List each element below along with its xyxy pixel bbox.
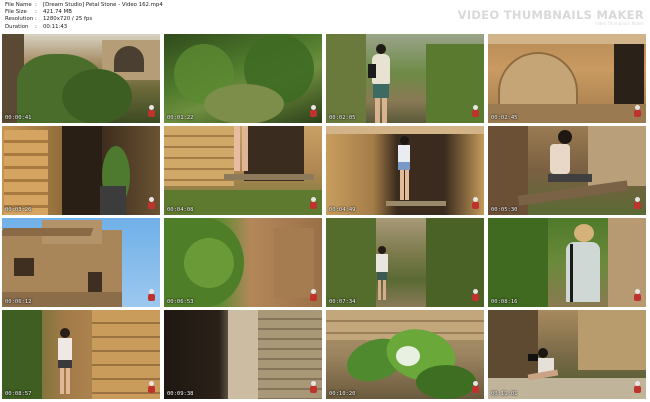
thumbnail-5[interactable]: 00:03:26 [2, 126, 160, 215]
info-separator: : [35, 9, 37, 16]
watermark-logo [633, 381, 642, 393]
timestamp: 00:11:01 [491, 391, 518, 397]
timestamp: 00:08:57 [5, 391, 32, 397]
info-key: File Size [5, 9, 27, 16]
timestamp: 00:05:30 [491, 207, 518, 213]
timestamp: 00:09:38 [167, 391, 194, 397]
file-name-row: File Name : [Dream Studio] Petal Stone -… [5, 2, 163, 9]
timestamp: 00:08:16 [491, 299, 518, 305]
watermark-logo [471, 381, 480, 393]
watermark-logo [147, 105, 156, 117]
timestamp: 00:04:49 [329, 207, 356, 213]
thumbnail-3[interactable]: 00:02:05 [326, 34, 484, 123]
thumbnail-12[interactable]: 00:08:16 [488, 218, 646, 307]
watermark-logo [471, 197, 480, 209]
thumbnail-11[interactable]: 00:07:34 [326, 218, 484, 307]
timestamp: 00:03:26 [5, 207, 32, 213]
info-value: 00:11:43 [43, 23, 68, 30]
watermark-logo [309, 197, 318, 209]
thumbnail-14[interactable]: 00:09:38 [164, 310, 322, 399]
watermark-logo [471, 289, 480, 301]
info-separator: : [35, 16, 37, 23]
file-info: File Name : [Dream Studio] Petal Stone -… [5, 2, 163, 31]
timestamp: 00:00:41 [5, 115, 32, 121]
timestamp: 00:04:08 [167, 207, 194, 213]
duration-row: Duration : 00:11:43 [5, 24, 163, 31]
sheet-header: File Name : [Dream Studio] Petal Stone -… [0, 0, 650, 34]
brand-name: VIDEO THUMBNAILS MAKER [457, 8, 644, 22]
watermark-logo [147, 197, 156, 209]
info-value: 421.74 MB [43, 9, 72, 16]
thumbnail-8[interactable]: 00:05:30 [488, 126, 646, 215]
thumbnail-grid: 00:00:41 00:01:22 00:02:05 00:02:45 00:0… [2, 34, 648, 400]
file-size-row: File Size : 421.74 MB [5, 9, 163, 16]
info-separator: : [35, 2, 37, 8]
thumbnail-15[interactable]: 00:10:20 [326, 310, 484, 399]
info-key: Duration [5, 23, 29, 30]
thumbnail-7[interactable]: 00:04:49 [326, 126, 484, 215]
timestamp: 00:07:34 [329, 299, 356, 305]
info-key: File Name [5, 2, 32, 8]
info-value: 1280x720 / 25 fps [43, 16, 93, 23]
timestamp: 00:01:22 [167, 115, 194, 121]
thumbnail-4[interactable]: 00:02:45 [488, 34, 646, 123]
watermark-logo [633, 197, 642, 209]
thumbnail-9[interactable]: 00:06:12 [2, 218, 160, 307]
timestamp: 00:10:20 [329, 391, 356, 397]
timestamp: 00:02:05 [329, 115, 356, 121]
watermark-logo [471, 105, 480, 117]
thumbnail-13[interactable]: 00:08:57 [2, 310, 160, 399]
watermark-logo [147, 289, 156, 301]
info-key: Resolution [5, 16, 34, 23]
watermark-logo [633, 289, 642, 301]
thumbnail-10[interactable]: 00:06:53 [164, 218, 322, 307]
timestamp: 00:06:12 [5, 299, 32, 305]
thumbnail-2[interactable]: 00:01:22 [164, 34, 322, 123]
timestamp: 00:06:53 [167, 299, 194, 305]
thumbnail-6[interactable]: 00:04:08 [164, 126, 322, 215]
watermark-logo [309, 289, 318, 301]
watermark-logo [147, 381, 156, 393]
watermark-logo [633, 105, 642, 117]
thumbnail-1[interactable]: 00:00:41 [2, 34, 160, 123]
thumbnail-16[interactable]: 00:11:01 [488, 310, 646, 399]
timestamp: 00:02:45 [491, 115, 518, 121]
info-separator: : [35, 23, 37, 30]
info-value: [Dream Studio] Petal Stone - Video 162.m… [43, 2, 163, 8]
resolution-row: Resolution : 1280x720 / 25 fps [5, 16, 163, 23]
watermark-logo [309, 105, 318, 117]
watermark-logo [309, 381, 318, 393]
brand-watermark: VIDEO THUMBNAILS MAKER Video Thumbnails … [458, 8, 644, 26]
